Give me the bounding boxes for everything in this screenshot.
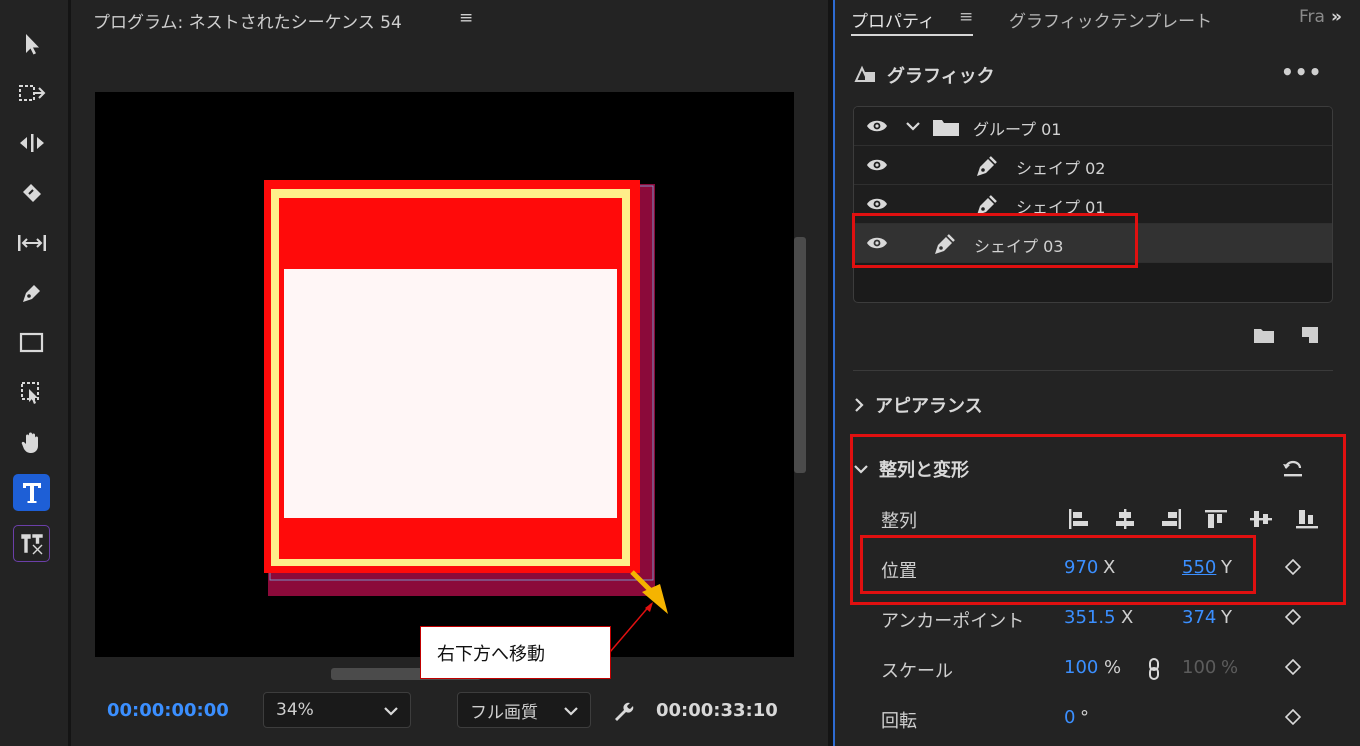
current-timecode[interactable]: 00:00:00:00 bbox=[107, 700, 229, 721]
type-icon bbox=[22, 482, 41, 503]
hand-tool[interactable] bbox=[14, 425, 50, 461]
monitor-menu-button[interactable]: ≡ bbox=[459, 8, 473, 28]
ripple-edit-icon bbox=[20, 134, 44, 152]
scale-value[interactable]: 100 bbox=[1064, 657, 1098, 678]
keyframe-diamond-icon[interactable] bbox=[1285, 709, 1301, 725]
playback-resolution-select[interactable]: フル画質 bbox=[457, 692, 591, 728]
eye-icon[interactable] bbox=[866, 157, 888, 173]
anchor-y-unit: Y bbox=[1221, 607, 1232, 628]
selection-tool[interactable] bbox=[14, 26, 50, 62]
annotation-highlight-position bbox=[860, 535, 1256, 594]
graphic-header: グラフィック bbox=[853, 62, 995, 88]
eye-icon[interactable] bbox=[866, 196, 888, 212]
hand-icon bbox=[21, 432, 38, 453]
wrench-icon[interactable] bbox=[611, 699, 635, 723]
graphic-preview bbox=[264, 180, 668, 653]
vertical-type-icon bbox=[20, 533, 43, 554]
arrow-pointer-icon bbox=[26, 34, 39, 55]
rotation-unit: ° bbox=[1080, 707, 1089, 728]
chevron-right-icon bbox=[855, 398, 864, 412]
keyframe-diamond-icon[interactable] bbox=[1285, 659, 1301, 675]
layer-row-shape-02[interactable]: シェイプ 02 bbox=[854, 146, 1332, 185]
type-tool[interactable] bbox=[13, 474, 50, 511]
razor-tool[interactable] bbox=[14, 175, 50, 211]
tab-properties[interactable]: プロパティ bbox=[851, 7, 935, 32]
annotation-callout-text: 右下方へ移動 bbox=[437, 643, 545, 665]
appearance-section-header[interactable]: アピアランス bbox=[853, 392, 983, 418]
active-tab-indicator bbox=[851, 34, 973, 36]
graphic-title: グラフィック bbox=[887, 66, 995, 87]
scale-label: スケール bbox=[881, 661, 953, 682]
new-layer-icon[interactable] bbox=[1301, 326, 1319, 344]
more-tabs-button[interactable]: » bbox=[1331, 7, 1342, 27]
rectangle-tool[interactable] bbox=[14, 325, 50, 361]
graphic-shapes-icon bbox=[854, 65, 875, 82]
rotation-value[interactable]: 0 bbox=[1064, 707, 1075, 728]
graphic-more-button[interactable]: ••• bbox=[1281, 60, 1322, 84]
annotation-highlight-layer bbox=[852, 213, 1138, 268]
rotation-label: 回転 bbox=[881, 711, 917, 732]
transform-tool[interactable] bbox=[14, 375, 50, 411]
razor-icon bbox=[23, 184, 41, 202]
tab-truncated[interactable]: Fra bbox=[1299, 7, 1325, 27]
chevron-down-icon bbox=[384, 707, 398, 716]
scale-height-value: 100 bbox=[1182, 657, 1217, 678]
appearance-title: アピアランス bbox=[875, 396, 983, 417]
monitor-title: プログラム: ネストされたシーケンス 54 bbox=[93, 13, 402, 33]
tab-graphic-template[interactable]: グラフィックテンプレート bbox=[1009, 7, 1212, 32]
anchor-y-value[interactable]: 374 bbox=[1182, 607, 1216, 628]
folder-icon bbox=[933, 120, 959, 136]
vertical-scrollbar[interactable] bbox=[794, 237, 806, 473]
keyframe-diamond-icon[interactable] bbox=[1285, 609, 1301, 625]
vertical-type-tool[interactable] bbox=[13, 525, 50, 562]
properties-panel: プロパティ ≡ グラフィックテンプレート Fra » グラフィック ••• グル… bbox=[835, 0, 1360, 746]
tools-panel bbox=[0, 0, 68, 746]
scale-height-unit: % bbox=[1221, 657, 1239, 678]
annotation-callout: 右下方へ移動 bbox=[420, 626, 611, 679]
layer-list: グループ 01 シェイプ 02 シェイプ 01 シェイプ 03 bbox=[853, 106, 1333, 303]
layer-label: シェイプ 02 bbox=[1016, 159, 1106, 178]
rectangle-icon bbox=[19, 332, 44, 353]
zoom-level-select[interactable]: 34% bbox=[263, 692, 411, 728]
track-select-tool[interactable] bbox=[14, 75, 50, 111]
new-group-icon[interactable] bbox=[1253, 326, 1275, 344]
pen-icon bbox=[977, 156, 997, 176]
tab-menu-button[interactable]: ≡ bbox=[959, 7, 973, 27]
link-icon[interactable] bbox=[1147, 657, 1161, 681]
scale-unit: % bbox=[1104, 657, 1122, 678]
pen-tool[interactable] bbox=[14, 275, 50, 311]
chevron-down-icon bbox=[564, 707, 578, 716]
duration-timecode: 00:00:33:10 bbox=[656, 700, 778, 721]
track-select-icon bbox=[19, 85, 46, 101]
slip-tool[interactable] bbox=[14, 225, 50, 261]
playback-resolution-value: フル画質 bbox=[470, 702, 538, 723]
layer-label: グループ 01 bbox=[973, 120, 1062, 139]
chevron-down-icon[interactable] bbox=[904, 119, 922, 135]
slip-icon bbox=[18, 235, 46, 251]
eye-icon[interactable] bbox=[866, 118, 888, 134]
anchor-point-label: アンカーポイント bbox=[881, 611, 1025, 632]
section-divider bbox=[853, 370, 1333, 371]
ripple-edit-tool[interactable] bbox=[14, 125, 50, 161]
anchor-x-unit: X bbox=[1121, 607, 1134, 628]
zoom-level-value: 34% bbox=[276, 700, 314, 720]
program-canvas[interactable] bbox=[95, 92, 794, 657]
transform-icon bbox=[21, 382, 39, 404]
pen-icon bbox=[23, 285, 40, 302]
anchor-x-value[interactable]: 351.5 bbox=[1064, 607, 1116, 628]
layer-row-group-01[interactable]: グループ 01 bbox=[854, 107, 1332, 146]
